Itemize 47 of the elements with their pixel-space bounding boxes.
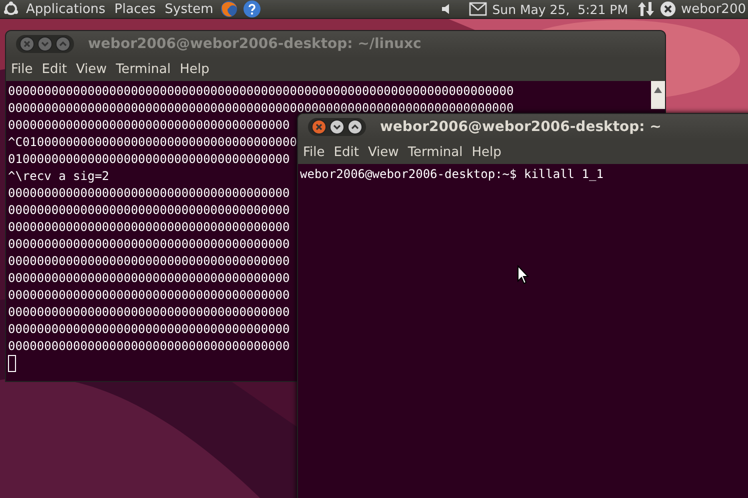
session-icon[interactable] — [660, 1, 676, 17]
menu-item[interactable]: File — [303, 144, 325, 160]
panel-menu[interactable]: Places — [112, 2, 158, 16]
terminal-line: ^C01000000000000000000000000000000000000 — [8, 134, 297, 151]
globe-icon[interactable] — [220, 0, 238, 18]
window-title: webor2006@webor2006-desktop: ~/linuxc — [88, 36, 422, 52]
menu-item[interactable]: Help — [180, 62, 210, 76]
terminal-line: 0000000000000000000000000000000000000000000000000000000000000000000000 — [8, 83, 514, 100]
terminal-line: 000000000000000000000000000000000000000 — [8, 236, 290, 253]
close-button[interactable] — [19, 36, 35, 52]
terminal-line: 000000000000000000000000000000000000000 — [8, 185, 290, 202]
user-menu[interactable]: webor200 — [679, 2, 748, 16]
terminal-line: ^\recv a sig=2 — [8, 168, 110, 185]
terminal-line: 000000000000000000000000000000000000000 — [8, 321, 290, 338]
menu-item[interactable]: File — [11, 62, 33, 76]
maximize-button[interactable] — [347, 119, 363, 135]
menu-item[interactable]: Help — [472, 144, 502, 160]
terminal-line: webor2006@webor2006-desktop:~$ killall 1_1 — [300, 166, 604, 183]
terminal-line: 000000000000000000000000000000000000000 — [8, 338, 290, 355]
minimize-button[interactable] — [329, 119, 345, 135]
terminal-line: 000000000000000000000000000000000000000 — [8, 219, 290, 236]
mail-icon[interactable] — [469, 2, 488, 16]
terminal-line: 000000000000000000000000000000000000000 — [8, 304, 290, 321]
close-button[interactable] — [311, 119, 327, 135]
menu-item[interactable]: Terminal — [408, 144, 463, 160]
terminal-line: 000000000000000000000000000000000000000 — [8, 253, 290, 270]
panel-menu[interactable]: Applications — [24, 2, 108, 16]
menu-item[interactable]: View — [76, 62, 107, 76]
panel-menu[interactable]: System — [162, 2, 216, 16]
terminal-line: 000000000000000000000000000000000000000 — [8, 287, 290, 304]
window-title: webor2006@webor2006-desktop: ~ — [380, 119, 662, 135]
terminal-line: 010000000000000000000000000000000000000 — [8, 151, 290, 168]
network-arrows-icon[interactable] — [637, 1, 655, 17]
menu-item[interactable]: View — [368, 144, 399, 160]
terminal-line: 000000000000000000000000000000000000000 — [8, 202, 290, 219]
help-icon[interactable] — [243, 0, 262, 18]
scroll-up-icon[interactable] — [654, 87, 662, 93]
clock[interactable]: Sun May 25, 5:21 PM — [492, 2, 628, 16]
scrollbar[interactable] — [651, 81, 665, 109]
ubuntu-logo-icon[interactable] — [3, 1, 19, 17]
terminal-line: 000000000000000000000000000000000000000 — [8, 117, 290, 134]
menu-item[interactable]: Edit — [334, 144, 359, 160]
terminal-line: 000000000000000000000000000000000000000 — [8, 270, 290, 287]
mouse-pointer-icon — [517, 265, 529, 285]
terminal-line: 0000000000000000000000000000000000000000000000000000000000000000000000 — [8, 100, 514, 117]
menu-item[interactable]: Edit — [42, 62, 67, 76]
menu-item[interactable]: Terminal — [116, 62, 171, 76]
